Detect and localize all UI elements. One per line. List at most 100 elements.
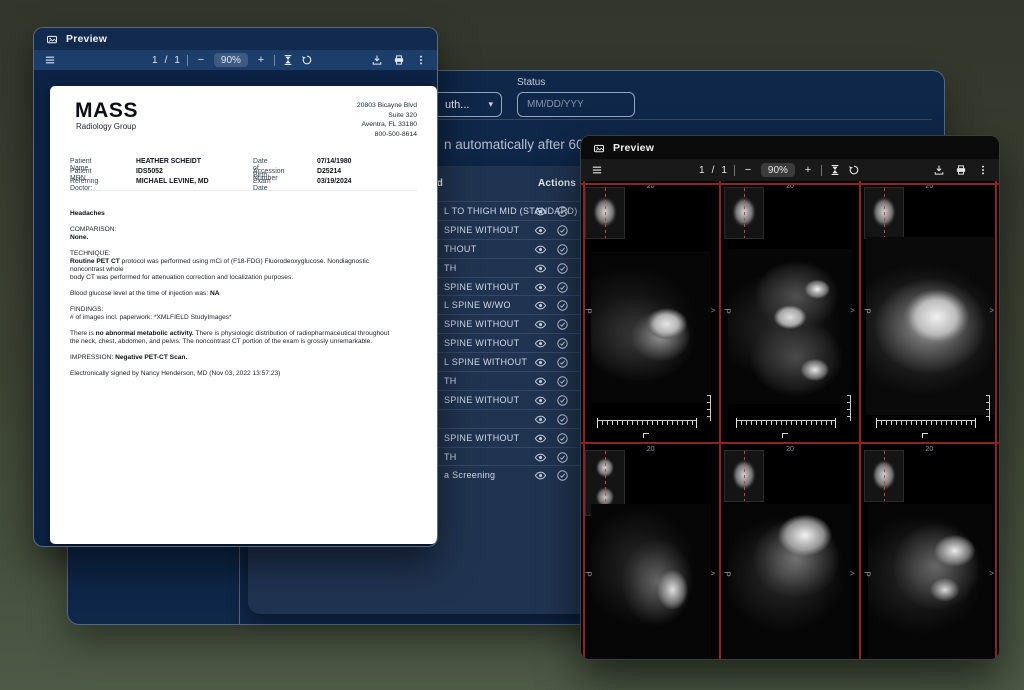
- view-exam-button[interactable]: [533, 412, 548, 427]
- mri-image: [866, 237, 994, 415]
- view-exam-button[interactable]: [533, 223, 548, 238]
- dicom-cell[interactable]: 20P>: [720, 444, 859, 659]
- approve-exam-button[interactable]: [555, 204, 570, 219]
- page-divider: /: [165, 55, 168, 66]
- eye-icon: [534, 413, 547, 426]
- divider: [70, 190, 417, 191]
- page-total: 1: [174, 55, 180, 66]
- eye-icon: [534, 318, 547, 331]
- fit-page-button[interactable]: [829, 164, 841, 176]
- rotate-button[interactable]: [301, 54, 313, 66]
- vertical-ruler: [847, 395, 851, 421]
- orientation-marker-arrow: >: [850, 307, 855, 315]
- zoom-out-button[interactable]: −: [742, 164, 754, 176]
- check-circle-icon: [556, 224, 569, 237]
- series-thumbnail[interactable]: [585, 187, 625, 239]
- report-line: Electronically signed by Nancy Henderson…: [70, 370, 429, 378]
- approve-exam-button[interactable]: [555, 468, 570, 483]
- column-header-actions: Actions: [538, 178, 576, 189]
- approve-exam-button[interactable]: [555, 317, 570, 332]
- exam-name: SPINE WITHOUT: [444, 395, 519, 405]
- approve-exam-button[interactable]: [555, 450, 570, 465]
- orientation-marker-arrow: >: [989, 307, 994, 315]
- view-exam-button[interactable]: [533, 374, 548, 389]
- zoom-in-button[interactable]: +: [255, 54, 267, 66]
- approve-exam-button[interactable]: [555, 431, 570, 446]
- eye-icon: [534, 432, 547, 445]
- print-button[interactable]: [955, 164, 967, 176]
- report-line: There is no abnormal metabolic activity.…: [70, 330, 429, 338]
- view-exam-button[interactable]: [533, 355, 548, 370]
- check-circle-icon: [556, 432, 569, 445]
- series-thumbnail[interactable]: [864, 450, 904, 502]
- approve-exam-button[interactable]: [555, 242, 570, 257]
- check-circle-icon: [556, 337, 569, 350]
- view-exam-button[interactable]: [533, 204, 548, 219]
- series-thumbnail[interactable]: [864, 187, 904, 239]
- report-document: MASS Radiology Group 20803 Bicayne Blvd …: [50, 86, 437, 544]
- approve-exam-button[interactable]: [555, 223, 570, 238]
- view-exam-button[interactable]: [533, 393, 548, 408]
- exam-name: L SPINE W/WO: [444, 300, 511, 310]
- view-exam-button[interactable]: [533, 298, 548, 313]
- status-date-input[interactable]: [517, 92, 635, 117]
- viewer-toolbar: 1 / 1 − 90% +: [34, 50, 437, 70]
- rotate-button[interactable]: [848, 164, 860, 176]
- zoom-out-button[interactable]: −: [195, 54, 207, 66]
- view-exam-button[interactable]: [533, 468, 548, 483]
- view-exam-button[interactable]: [533, 431, 548, 446]
- download-button[interactable]: [371, 54, 383, 66]
- approve-exam-button[interactable]: [555, 355, 570, 370]
- dicom-cell[interactable]: 20P>: [860, 444, 999, 659]
- approve-exam-button[interactable]: [555, 298, 570, 313]
- eye-icon: [534, 394, 547, 407]
- view-exam-button[interactable]: [533, 336, 548, 351]
- address-line: Aventra, FL 33180: [357, 120, 417, 130]
- approve-exam-button[interactable]: [555, 280, 570, 295]
- series-thumbnail[interactable]: [724, 187, 764, 239]
- menu-button[interactable]: [44, 54, 56, 66]
- toolbar-right-actions: [933, 164, 989, 176]
- window-titlebar: Preview: [581, 136, 999, 159]
- fov-corner-mark: [922, 433, 928, 438]
- print-icon: [393, 54, 405, 66]
- preview-icon: [593, 142, 605, 154]
- view-exam-button[interactable]: [533, 317, 548, 332]
- dicom-cell[interactable]: 20P>: [581, 444, 720, 659]
- address-line: 800-500-8614: [357, 130, 417, 140]
- check-circle-icon: [556, 262, 569, 275]
- menu-button[interactable]: [591, 164, 603, 176]
- orientation-marker-p: P: [862, 571, 870, 576]
- approve-exam-button[interactable]: [555, 374, 570, 389]
- dicom-cell[interactable]: 20P>: [581, 181, 720, 444]
- exam-name: SPINE WITHOUT: [444, 319, 519, 329]
- dicom-cell[interactable]: 20P>: [720, 181, 859, 444]
- dicom-cell[interactable]: 20P>: [860, 181, 999, 444]
- report-line: [70, 346, 429, 354]
- mri-image: [591, 251, 711, 403]
- view-exam-button[interactable]: [533, 280, 548, 295]
- report-line: TECHNIQUE:: [70, 250, 429, 258]
- approve-exam-button[interactable]: [555, 412, 570, 427]
- report-line: Blood glucose level at the time of injec…: [70, 290, 429, 298]
- report-line: [70, 298, 429, 306]
- zoom-in-button[interactable]: +: [802, 164, 814, 176]
- rotate-ccw-icon: [301, 54, 313, 66]
- exam-name: TH: [444, 376, 457, 386]
- approve-exam-button[interactable]: [555, 261, 570, 276]
- series-thumbnail[interactable]: [724, 450, 764, 502]
- print-button[interactable]: [393, 54, 405, 66]
- exam-name: SPINE WITHOUT: [444, 433, 519, 443]
- more-options-button[interactable]: [977, 164, 989, 176]
- orientation-marker-arrow: >: [850, 570, 855, 578]
- view-exam-button[interactable]: [533, 450, 548, 465]
- more-options-button[interactable]: [415, 54, 427, 66]
- fit-page-button[interactable]: [282, 54, 294, 66]
- approve-exam-button[interactable]: [555, 336, 570, 351]
- view-exam-button[interactable]: [533, 261, 548, 276]
- view-exam-button[interactable]: [533, 242, 548, 257]
- report-line: the neck, chest, abdomen, and pelvis. Th…: [70, 338, 429, 346]
- approve-exam-button[interactable]: [555, 393, 570, 408]
- download-button[interactable]: [933, 164, 945, 176]
- report-line: FINDINGS:: [70, 306, 429, 314]
